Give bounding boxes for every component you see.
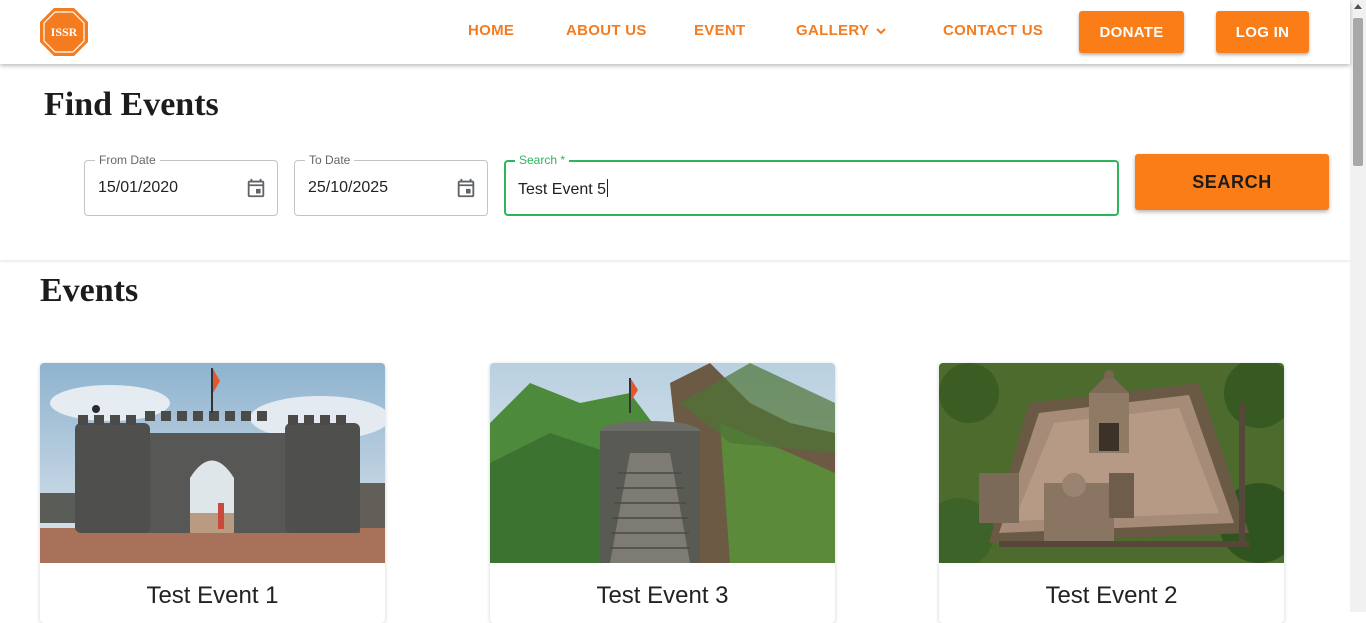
- login-button[interactable]: LOG IN: [1216, 11, 1309, 53]
- scroll-up-arrow-icon[interactable]: [1354, 4, 1362, 9]
- event-card[interactable]: Test Event 3: [490, 363, 835, 623]
- nav-home-link[interactable]: HOME: [468, 22, 514, 39]
- svg-text:ISSR: ISSR: [51, 25, 78, 39]
- search-button[interactable]: SEARCH: [1135, 154, 1329, 210]
- event-image-hill-fort: [490, 363, 835, 563]
- nav-about-link[interactable]: ABOUT US: [566, 22, 647, 39]
- event-image-fort-gate: [40, 363, 385, 563]
- find-events-heading: Find Events: [44, 86, 219, 123]
- search-label: Search *: [515, 153, 570, 167]
- calendar-icon[interactable]: [455, 177, 477, 199]
- nav-contact-link[interactable]: CONTACT US: [943, 22, 1043, 39]
- to-date-field[interactable]: To Date 25/10/2025: [294, 153, 488, 216]
- chevron-down-icon[interactable]: [874, 24, 888, 38]
- event-card[interactable]: Test Event 2: [939, 363, 1284, 623]
- top-navigation-bar: ISSR HOME ABOUT US EVENT GALLERY CONTACT…: [0, 0, 1350, 64]
- find-events-panel: Find Events From Date 15/01/2020 To Date…: [0, 64, 1350, 260]
- from-date-field[interactable]: From Date 15/01/2020: [84, 153, 278, 216]
- event-card-title[interactable]: Test Event 2: [939, 582, 1284, 610]
- to-date-value[interactable]: 25/10/2025: [308, 179, 388, 197]
- text-cursor: [607, 179, 609, 197]
- from-date-label: From Date: [95, 153, 160, 167]
- nav-gallery-link[interactable]: GALLERY: [796, 22, 869, 39]
- search-input[interactable]: Test Event 5: [518, 179, 609, 199]
- events-heading: Events: [40, 272, 139, 309]
- scrollbar-thumb[interactable]: [1353, 18, 1363, 166]
- search-field[interactable]: Search * Test Event 5: [504, 153, 1119, 216]
- event-card-title[interactable]: Test Event 1: [40, 582, 385, 610]
- donate-button[interactable]: DONATE: [1079, 11, 1184, 53]
- calendar-icon[interactable]: [245, 177, 267, 199]
- event-card-title[interactable]: Test Event 3: [490, 582, 835, 610]
- event-image-temple-aerial: [939, 363, 1284, 563]
- to-date-label: To Date: [305, 153, 355, 167]
- event-card[interactable]: Test Event 1: [40, 363, 385, 623]
- issr-logo[interactable]: ISSR: [39, 7, 89, 57]
- page-scrollbar[interactable]: [1350, 0, 1366, 612]
- nav-event-link[interactable]: EVENT: [694, 22, 746, 39]
- from-date-value[interactable]: 15/01/2020: [98, 179, 178, 197]
